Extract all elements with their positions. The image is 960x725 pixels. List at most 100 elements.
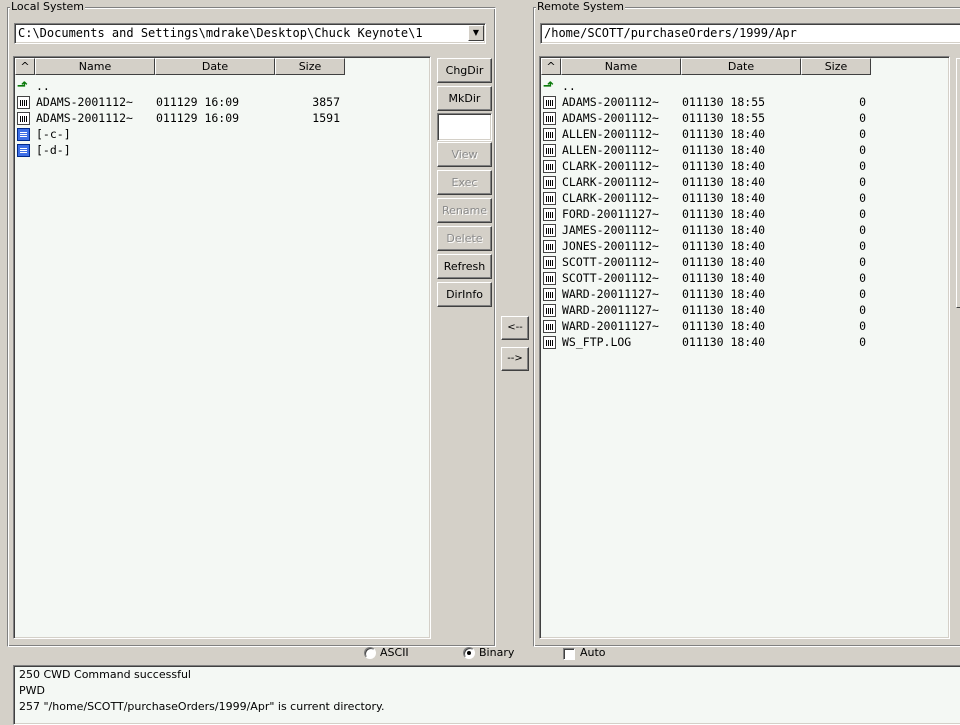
- file-row[interactable]: SCOTT-2001112~ 011130 18:40 0: [543, 270, 946, 286]
- file-row[interactable]: CLARK-2001112~ 011130 18:40 0: [543, 158, 946, 174]
- remote-col-size[interactable]: Size: [801, 58, 871, 75]
- file-date: 011130 18:55: [682, 111, 766, 125]
- file-date: 011130 18:40: [682, 239, 766, 253]
- drive-label: [-d-]: [36, 143, 71, 157]
- local-file-list[interactable]: ^ Name Date Size ⬏.. ADAMS-2001112~ 011129…: [13, 56, 431, 639]
- file-row[interactable]: CLARK-2001112~ 011130 18:40 0: [543, 174, 946, 190]
- transfer-to-remote-button[interactable]: -->: [501, 347, 529, 371]
- log-line: 250 CWD Command successful: [19, 668, 191, 681]
- dirinfo-button[interactable]: DirInfo: [437, 282, 492, 307]
- file-date: 011130 18:40: [682, 127, 766, 141]
- file-date: 011129 16:09: [156, 111, 240, 125]
- file-icon: [543, 207, 556, 221]
- auto-label[interactable]: Auto: [580, 646, 606, 660]
- file-icon: [543, 287, 556, 301]
- binary-label[interactable]: Binary: [479, 646, 514, 660]
- local-col-name[interactable]: Name: [35, 58, 155, 75]
- local-path-text: C:\Documents and Settings\mdrake\Desktop…: [18, 26, 423, 40]
- drive-row[interactable]: [-d-]: [17, 142, 427, 158]
- local-col-size[interactable]: Size: [275, 58, 345, 75]
- log-line: 257 "/home/SCOTT/purchaseOrders/1999/Apr…: [19, 700, 385, 713]
- file-size: 0: [859, 207, 866, 221]
- remote-col-date[interactable]: Date: [681, 58, 801, 75]
- file-row[interactable]: ADAMS-2001112~ 011129 16:09 1591: [17, 110, 427, 126]
- file-size: 0: [859, 287, 866, 301]
- file-size: 0: [859, 143, 866, 157]
- delete-button[interactable]: Delete: [437, 226, 492, 251]
- transfer-to-local-button[interactable]: <--: [501, 316, 529, 340]
- up-arrow-icon: ⬏: [17, 78, 28, 94]
- file-date: 011130 18:40: [682, 143, 766, 157]
- auto-checkbox[interactable]: [563, 648, 575, 660]
- file-icon: [17, 95, 30, 109]
- file-row[interactable]: JAMES-2001112~ 011130 18:40 0: [543, 222, 946, 238]
- file-size: 0: [859, 111, 866, 125]
- file-row[interactable]: SCOTT-2001112~ 011130 18:40 0: [543, 254, 946, 270]
- file-name: SCOTT-2001112~: [562, 255, 659, 269]
- file-icon: [543, 255, 556, 269]
- file-row[interactable]: WS_FTP.LOG 011130 18:40 0: [543, 334, 946, 350]
- exec-button[interactable]: Exec: [437, 170, 492, 195]
- file-row[interactable]: ALLEN-2001112~ 011130 18:40 0: [543, 126, 946, 142]
- local-sort-toggle[interactable]: ^: [15, 58, 35, 75]
- file-name: CLARK-2001112~: [562, 191, 659, 205]
- file-icon: [17, 111, 30, 125]
- file-icon: [543, 143, 556, 157]
- local-rows: ⬏.. ADAMS-2001112~ 011129 16:09 3857 ADAMS-2…: [17, 78, 427, 158]
- file-size: 0: [859, 255, 866, 269]
- chevron-down-icon[interactable]: ▼: [468, 25, 484, 41]
- mkdir-button[interactable]: MkDir: [437, 86, 492, 111]
- remote-col-name[interactable]: Name: [561, 58, 681, 75]
- refresh-button[interactable]: Refresh: [437, 254, 492, 279]
- file-row[interactable]: CLARK-2001112~ 011130 18:40 0: [543, 190, 946, 206]
- file-icon: [543, 239, 556, 253]
- file-name: ALLEN-2001112~: [562, 143, 659, 157]
- file-name: ALLEN-2001112~: [562, 127, 659, 141]
- local-path-combobox[interactable]: C:\Documents and Settings\mdrake\Desktop…: [14, 23, 486, 44]
- file-icon: [543, 223, 556, 237]
- file-date: 011130 18:40: [682, 303, 766, 317]
- file-size: 0: [859, 239, 866, 253]
- drive-icon: [17, 127, 30, 141]
- remote-path-text: /home/SCOTT/purchaseOrders/1999/Apr: [544, 26, 797, 40]
- remote-path-input[interactable]: /home/SCOTT/purchaseOrders/1999/Apr: [540, 23, 960, 44]
- file-size: 0: [859, 335, 866, 349]
- file-row[interactable]: FORD-20011127~ 011130 18:40 0: [543, 206, 946, 222]
- drive-row[interactable]: [-c-]: [17, 126, 427, 142]
- file-name: JONES-2001112~: [562, 239, 659, 253]
- file-row[interactable]: ADAMS-2001112~ 011129 16:09 3857: [17, 94, 427, 110]
- file-size: 0: [859, 271, 866, 285]
- ascii-label[interactable]: ASCII: [380, 646, 409, 660]
- file-row[interactable]: JONES-2001112~ 011130 18:40 0: [543, 238, 946, 254]
- status-log[interactable]: 250 CWD Command successful PWD 257 "/hom…: [13, 665, 960, 725]
- remote-file-list[interactable]: ^ Name Date Size ⬏.. ADAMS-2001112~ 011130…: [539, 56, 950, 639]
- view-button[interactable]: View: [437, 142, 492, 167]
- binary-radio[interactable]: [463, 647, 475, 659]
- file-icon: [543, 303, 556, 317]
- parent-dir-row[interactable]: ⬏..: [17, 78, 427, 94]
- file-date: 011130 18:40: [682, 207, 766, 221]
- file-date: 011130 18:40: [682, 223, 766, 237]
- rename-button[interactable]: Rename: [437, 198, 492, 223]
- local-col-date[interactable]: Date: [155, 58, 275, 75]
- file-date: 011130 18:40: [682, 159, 766, 173]
- local-filter-input[interactable]: [437, 113, 492, 141]
- file-icon: [543, 111, 556, 125]
- remote-system-title: Remote System: [536, 0, 625, 14]
- ascii-radio[interactable]: [364, 647, 376, 659]
- remote-sort-toggle[interactable]: ^: [541, 58, 561, 75]
- file-row[interactable]: WARD-20011127~ 011130 18:40 0: [543, 318, 946, 334]
- file-row[interactable]: WARD-20011127~ 011130 18:40 0: [543, 302, 946, 318]
- chgdir-button[interactable]: ChgDir: [437, 58, 492, 83]
- file-date: 011130 18:40: [682, 191, 766, 205]
- file-icon: [543, 319, 556, 333]
- file-row[interactable]: WARD-20011127~ 011130 18:40 0: [543, 286, 946, 302]
- file-name: ADAMS-2001112~: [562, 95, 659, 109]
- remote-button-column-edge[interactable]: [956, 58, 960, 308]
- file-row[interactable]: ADAMS-2001112~ 011130 18:55 0: [543, 110, 946, 126]
- file-row[interactable]: ALLEN-2001112~ 011130 18:40 0: [543, 142, 946, 158]
- parent-dir-row[interactable]: ⬏..: [543, 78, 946, 94]
- local-system-title: Local System: [10, 0, 86, 14]
- file-icon: [543, 191, 556, 205]
- file-row[interactable]: ADAMS-2001112~ 011130 18:55 0: [543, 94, 946, 110]
